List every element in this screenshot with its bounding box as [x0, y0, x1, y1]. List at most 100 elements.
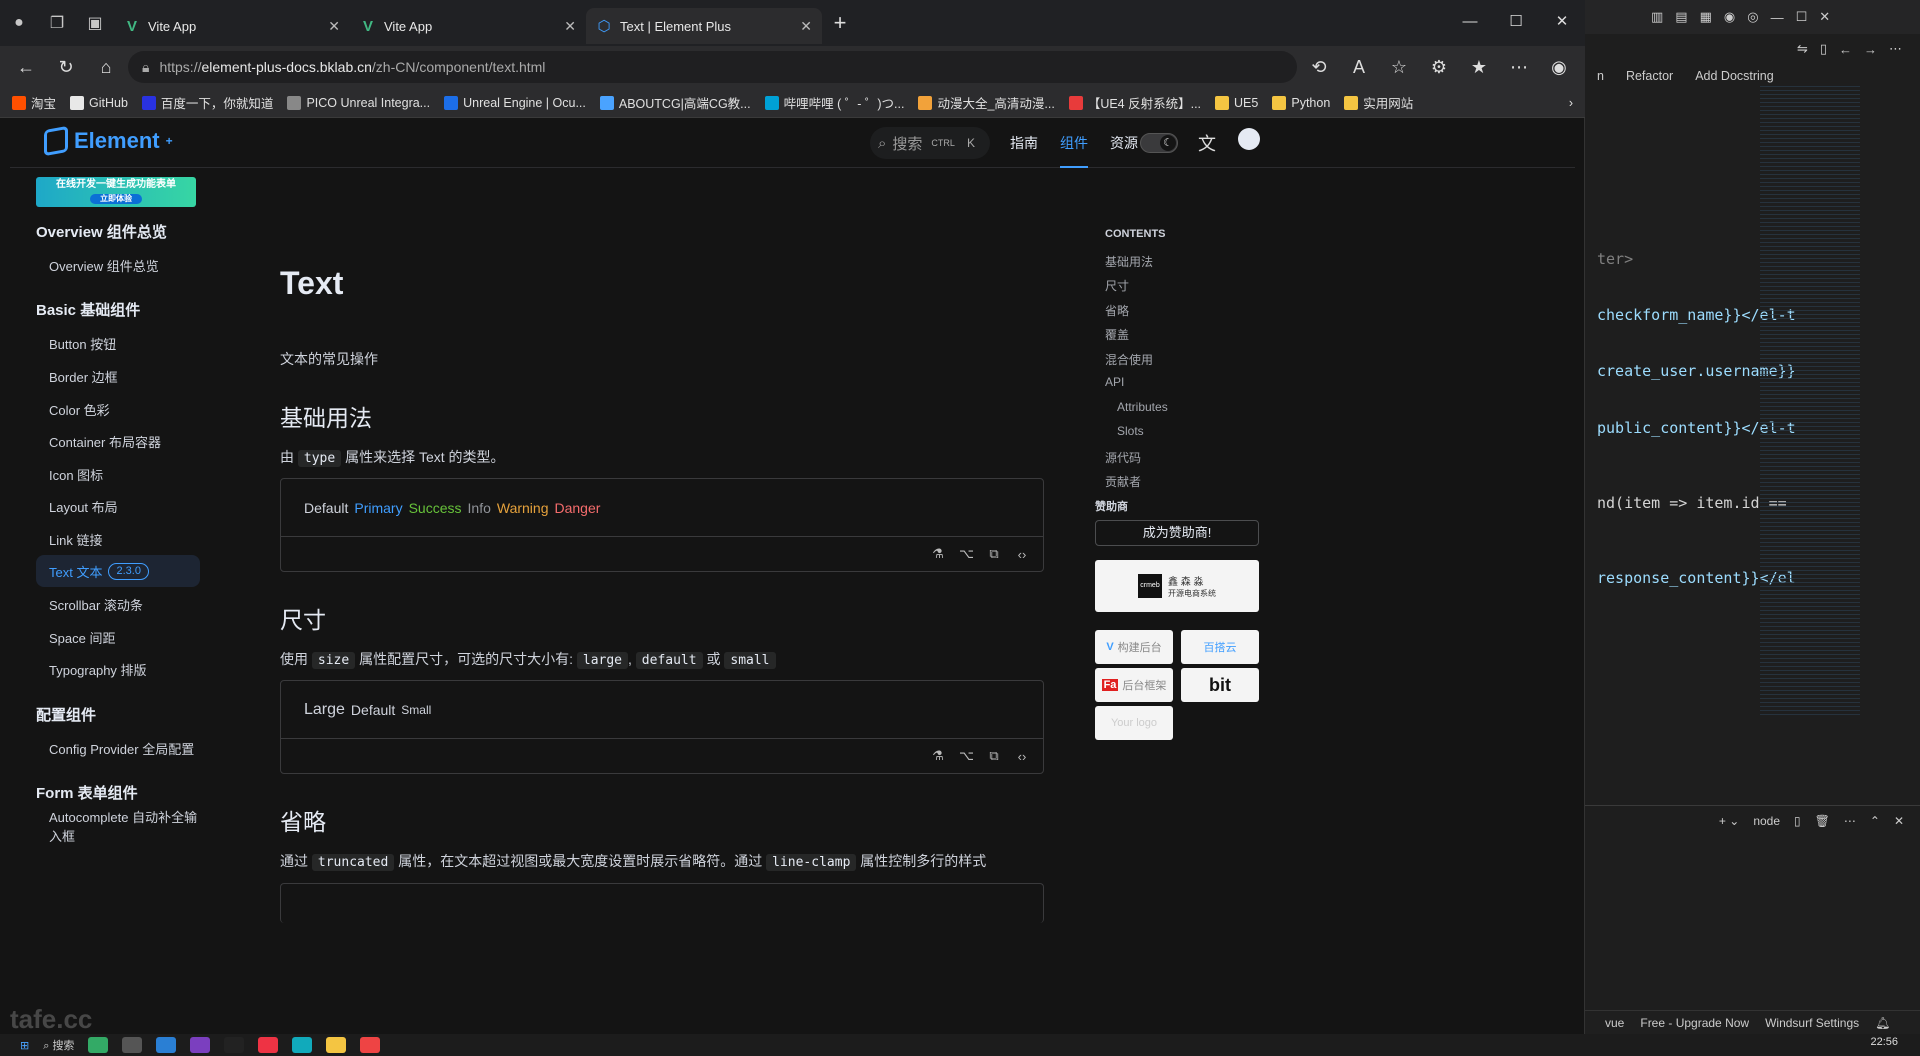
- refactor-lens[interactable]: Refactor: [1626, 69, 1673, 83]
- close-window-icon[interactable]: ✕: [1539, 0, 1585, 42]
- nav-guide[interactable]: 指南: [1010, 133, 1038, 153]
- sidebar-item-typography[interactable]: Typography 排版: [36, 653, 200, 685]
- terminal-label[interactable]: node: [1753, 814, 1780, 828]
- sidebar-item-space[interactable]: Space 间距: [36, 621, 200, 653]
- sidebar-item-text[interactable]: Text 文本 2.3.0: [36, 555, 200, 587]
- url-field[interactable]: 🔒︎ https://element-plus-docs.bklab.cn/zh…: [128, 51, 1297, 83]
- bookmark-taobao[interactable]: 淘宝: [12, 93, 56, 112]
- status-settings[interactable]: Windsurf Settings: [1765, 1016, 1859, 1030]
- nav-back-icon[interactable]: ←: [1839, 42, 1852, 57]
- favorites-icon[interactable]: ★: [1461, 50, 1497, 84]
- sidebar-item-link[interactable]: Link 链接: [36, 523, 200, 555]
- toc-item[interactable]: 贡献者: [1105, 473, 1141, 490]
- playground-icon[interactable]: ⚗: [931, 546, 945, 562]
- minimap[interactable]: [1760, 86, 1860, 716]
- tab-actions-icon[interactable]: ▣: [76, 0, 114, 46]
- close-icon[interactable]: ✕: [800, 18, 812, 35]
- github-edit-icon[interactable]: ⌥: [959, 546, 974, 562]
- ad-banner[interactable]: 在线开发一键生成功能表单 立即体验: [36, 177, 196, 207]
- grid-icon[interactable]: ▦: [1700, 9, 1712, 25]
- sidebar-item-overview[interactable]: Overview 组件总览: [36, 249, 200, 281]
- read-aloud-icon[interactable]: A: [1341, 50, 1377, 84]
- nav-forward-icon[interactable]: →: [1864, 42, 1877, 57]
- toc-item[interactable]: 覆盖: [1105, 326, 1129, 343]
- bookmark-folder-python[interactable]: Python: [1272, 95, 1330, 110]
- sponsor-renderer[interactable]: 百搭云: [1181, 630, 1259, 664]
- bookmark-anime[interactable]: 动漫大全_高清动漫...: [918, 93, 1055, 112]
- toc-item[interactable]: 基础用法: [1105, 253, 1153, 270]
- copy-icon[interactable]: ⧉: [987, 546, 1001, 562]
- bookmark-folder-ue5[interactable]: UE5: [1215, 95, 1258, 110]
- visual-studio-icon[interactable]: [190, 1037, 211, 1053]
- code-icon[interactable]: ‹›: [1015, 547, 1029, 562]
- toc-item[interactable]: 源代码: [1105, 449, 1141, 466]
- app-icon[interactable]: [224, 1037, 245, 1053]
- playground-icon[interactable]: ⚗: [931, 748, 945, 764]
- tab-vite-app-2[interactable]: V Vite App ✕: [350, 8, 586, 44]
- language-icon[interactable]: 文: [1198, 130, 1216, 156]
- bookmark-pico[interactable]: PICO Unreal Integra...: [287, 95, 430, 110]
- become-sponsor-button[interactable]: 成为赞助商!: [1095, 520, 1259, 546]
- copy-icon[interactable]: ⧉: [987, 748, 1001, 764]
- github-edit-icon[interactable]: ⌥: [959, 748, 974, 764]
- account-icon[interactable]: ◎: [1747, 9, 1758, 25]
- explorer-icon[interactable]: [326, 1037, 347, 1053]
- more-icon[interactable]: ⋯: [1844, 814, 1856, 828]
- add-docstring-lens[interactable]: Add Docstring: [1695, 69, 1774, 83]
- home-icon[interactable]: ⌂: [88, 50, 124, 84]
- status-upgrade[interactable]: Free - Upgrade Now: [1640, 1016, 1749, 1030]
- search-button[interactable]: ⌕ 搜索 CTRL K: [870, 127, 990, 159]
- bookmark-bilibili[interactable]: 哔哩哔哩 ( ゜- ゜)つ...: [764, 93, 904, 112]
- refresh-icon[interactable]: ↻: [48, 50, 84, 84]
- chrome-icon[interactable]: [258, 1037, 279, 1053]
- toc-item[interactable]: 省略: [1105, 302, 1129, 319]
- more-icon[interactable]: ⋯: [1501, 50, 1537, 84]
- sponsor-fa[interactable]: Fa 后台框架: [1095, 668, 1173, 702]
- translate-page-icon[interactable]: ⟲: [1301, 50, 1337, 84]
- profile-icon[interactable]: ●: [0, 0, 38, 46]
- toc-item[interactable]: API: [1105, 375, 1124, 389]
- bookmark-folder-tools[interactable]: 实用网站: [1344, 93, 1413, 112]
- split-terminal-icon[interactable]: ▯: [1794, 814, 1801, 828]
- workspaces-icon[interactable]: ❐: [38, 0, 76, 46]
- tab-element-plus[interactable]: ⬡ Text | Element Plus ✕: [586, 8, 822, 44]
- sidebar-item-icon[interactable]: Icon 图标: [36, 458, 200, 490]
- toc-item[interactable]: Slots: [1117, 424, 1144, 438]
- sponsor-crmeb[interactable]: crmeb 鑫 森 淼开源电商系统: [1095, 560, 1259, 612]
- edge-icon[interactable]: [292, 1037, 313, 1053]
- nav-component[interactable]: 组件: [1060, 118, 1088, 168]
- chevron-up-icon[interactable]: ⌃: [1870, 814, 1880, 828]
- toc-item[interactable]: 尺寸: [1105, 277, 1129, 294]
- app-icon[interactable]: [122, 1037, 143, 1053]
- toc-item[interactable]: 混合使用: [1105, 351, 1153, 368]
- layout-icon[interactable]: ▥: [1651, 9, 1663, 25]
- bookmark-github[interactable]: GitHub: [70, 95, 128, 110]
- bell-icon[interactable]: 🔔︎: [1875, 1016, 1890, 1030]
- sidebar-item-autocomplete[interactable]: Autocomplete 自动补全输入框: [36, 810, 200, 844]
- nav-resource[interactable]: 资源: [1110, 133, 1138, 153]
- toc-item[interactable]: Attributes: [1117, 400, 1168, 414]
- sponsor-bit[interactable]: bit: [1181, 668, 1259, 702]
- copilot-icon[interactable]: ◉: [1724, 9, 1735, 25]
- sidebar-item-color[interactable]: Color 色彩: [36, 393, 200, 425]
- new-tab-button[interactable]: +: [822, 5, 858, 41]
- sidebar-item-config-provider[interactable]: Config Provider 全局配置: [36, 732, 200, 764]
- dark-mode-toggle[interactable]: ☾: [1140, 133, 1178, 153]
- windows-start-icon[interactable]: ⊞: [20, 1039, 29, 1052]
- github-icon[interactable]: [1238, 128, 1260, 150]
- bookmark-baidu[interactable]: 百度一下，你就知道: [141, 93, 273, 112]
- trash-icon[interactable]: 🗑︎: [1815, 814, 1830, 828]
- back-icon[interactable]: ←: [8, 50, 44, 84]
- bookmark-ue4[interactable]: 【UE4 反射系统】...: [1068, 93, 1201, 112]
- close-window-icon[interactable]: ✕: [1819, 9, 1830, 25]
- sponsor-vue-admin[interactable]: V 构建后台: [1095, 630, 1173, 664]
- bookmarks-more-icon[interactable]: ›: [1569, 96, 1573, 110]
- status-vue[interactable]: vue: [1605, 1016, 1624, 1030]
- minimize-icon[interactable]: —: [1771, 10, 1784, 25]
- taskbar-search[interactable]: ⌕ 搜索: [43, 1037, 74, 1053]
- split-editor-icon[interactable]: ▯: [1820, 41, 1827, 57]
- sidebar-item-scrollbar[interactable]: Scrollbar 滚动条: [36, 588, 200, 620]
- vscode-icon[interactable]: [156, 1037, 177, 1053]
- close-icon[interactable]: ✕: [1894, 814, 1904, 828]
- bookmark-unreal[interactable]: Unreal Engine | Ocu...: [444, 95, 586, 110]
